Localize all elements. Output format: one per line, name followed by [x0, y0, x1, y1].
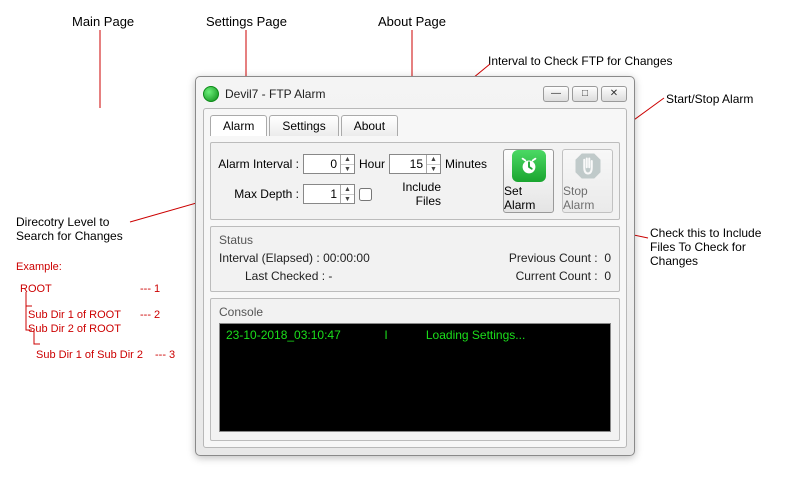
maximize-button[interactable]: □ — [572, 86, 598, 102]
titlebar[interactable]: Devil7 - FTP Alarm — □ ✕ — [203, 84, 627, 104]
depth-label: Max Depth : — [217, 187, 299, 201]
hour-unit: Hour — [359, 157, 385, 171]
interval-elapsed-label: Interval (Elapsed) : — [219, 251, 320, 265]
close-button[interactable]: ✕ — [601, 86, 627, 102]
min-down-icon[interactable]: ▼ — [427, 165, 440, 174]
depth-up-icon[interactable]: ▲ — [341, 185, 354, 195]
app-icon — [203, 86, 219, 102]
status-title: Status — [219, 233, 611, 247]
console-group: Console 23-10-2018_03:10:47I Loading Set… — [210, 298, 620, 441]
hour-up-icon[interactable]: ▲ — [341, 155, 354, 165]
prev-count-label: Previous Count : — [509, 251, 598, 265]
set-alarm-button[interactable]: Set Alarm — [503, 149, 554, 213]
last-checked-value: - — [328, 269, 332, 283]
stop-alarm-button[interactable]: Stop Alarm — [562, 149, 613, 213]
stop-alarm-label: Stop Alarm — [563, 184, 612, 212]
controls-panel: Alarm Interval : ▲▼ Hour ▲▼ Minutes Max … — [210, 142, 620, 220]
interval-label: Alarm Interval : — [217, 157, 299, 171]
hour-stepper[interactable]: ▲▼ — [303, 154, 355, 174]
console-timestamp: 23-10-2018_03:10:47 — [226, 328, 366, 342]
tab-strip: Alarm Settings About — [210, 115, 620, 136]
curr-count-label: Current Count : — [516, 269, 598, 283]
console-output[interactable]: 23-10-2018_03:10:47I Loading Settings... — [219, 323, 611, 432]
minute-input[interactable] — [390, 155, 426, 173]
interval-elapsed-value: 00:00:00 — [323, 251, 370, 265]
content-area: Alarm Settings About Alarm Interval : ▲▼… — [203, 108, 627, 448]
depth-stepper[interactable]: ▲▼ — [303, 184, 355, 204]
minute-stepper[interactable]: ▲▼ — [389, 154, 441, 174]
min-up-icon[interactable]: ▲ — [427, 155, 440, 165]
window-title: Devil7 - FTP Alarm — [225, 87, 540, 101]
console-title: Console — [219, 305, 611, 319]
minute-unit: Minutes — [445, 157, 487, 171]
include-files-input[interactable] — [359, 188, 372, 201]
depth-input[interactable] — [304, 185, 340, 203]
prev-count-value: 0 — [604, 251, 611, 265]
alarm-clock-icon — [512, 150, 546, 182]
minimize-button[interactable]: — — [543, 86, 569, 102]
tab-about[interactable]: About — [341, 115, 398, 136]
curr-count-value: 0 — [604, 269, 611, 283]
hour-input[interactable] — [304, 155, 340, 173]
depth-down-icon[interactable]: ▼ — [341, 195, 354, 204]
stop-hand-icon — [571, 150, 605, 182]
hour-down-icon[interactable]: ▼ — [341, 165, 354, 174]
include-files-checkbox[interactable]: Include Files — [359, 180, 441, 208]
tab-settings[interactable]: Settings — [269, 115, 338, 136]
set-alarm-label: Set Alarm — [504, 184, 553, 212]
console-level: I — [366, 328, 406, 342]
app-window: Devil7 - FTP Alarm — □ ✕ Alarm Settings … — [195, 76, 635, 456]
tab-alarm[interactable]: Alarm — [210, 115, 267, 136]
console-message: Loading Settings... — [426, 328, 525, 342]
last-checked-label: Last Checked : — [245, 269, 325, 283]
include-files-label: Include Files — [375, 180, 441, 208]
status-group: Status Interval (Elapsed) : 00:00:00 Pre… — [210, 226, 620, 292]
